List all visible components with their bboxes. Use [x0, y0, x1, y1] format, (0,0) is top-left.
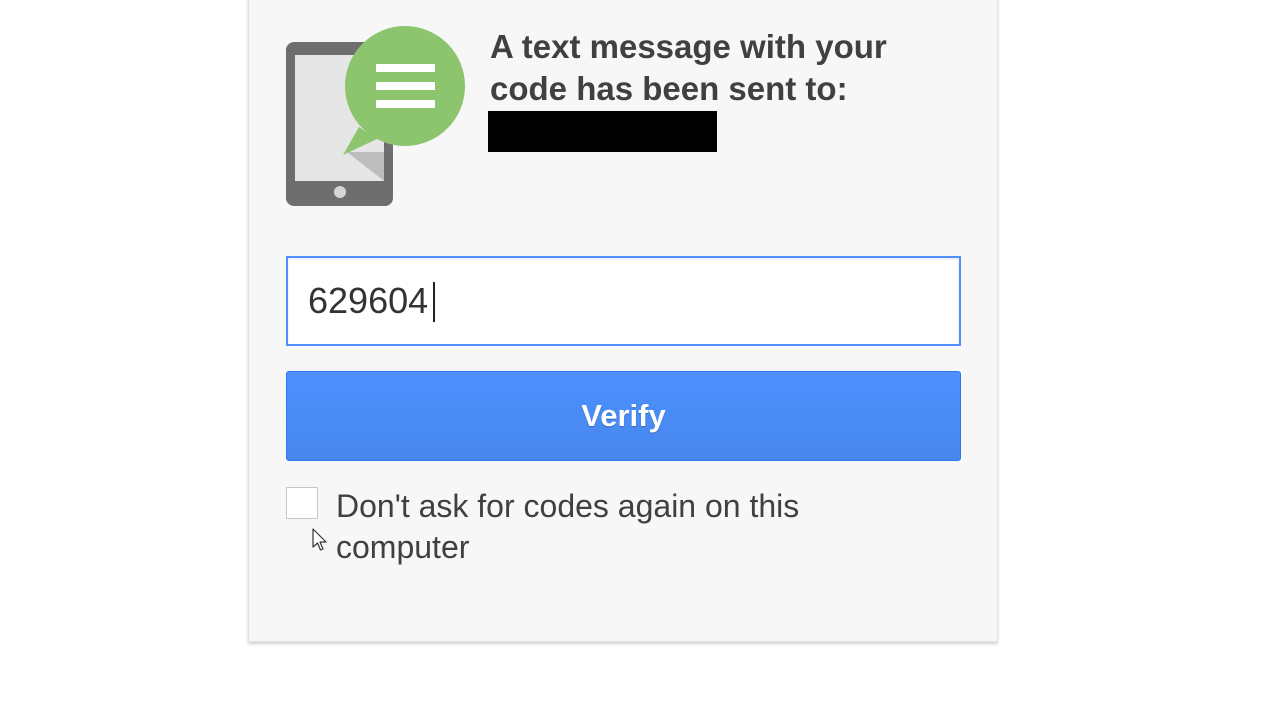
page-title: A text message with your code has been s… — [490, 28, 887, 107]
verify-button[interactable]: Verify — [286, 371, 961, 461]
remember-checkbox[interactable] — [286, 487, 318, 519]
text-caret — [433, 282, 435, 322]
redacted-phone-number — [488, 111, 717, 152]
verification-code-input[interactable] — [288, 258, 959, 344]
page: A text message with your code has been s… — [0, 0, 1280, 720]
phone-with-message-bubble-icon — [286, 26, 465, 206]
mouse-pointer-icon — [312, 528, 327, 551]
remember-checkbox-label[interactable]: Don't ask for codes again on this comput… — [336, 486, 896, 568]
code-input-frame[interactable] — [286, 256, 961, 346]
